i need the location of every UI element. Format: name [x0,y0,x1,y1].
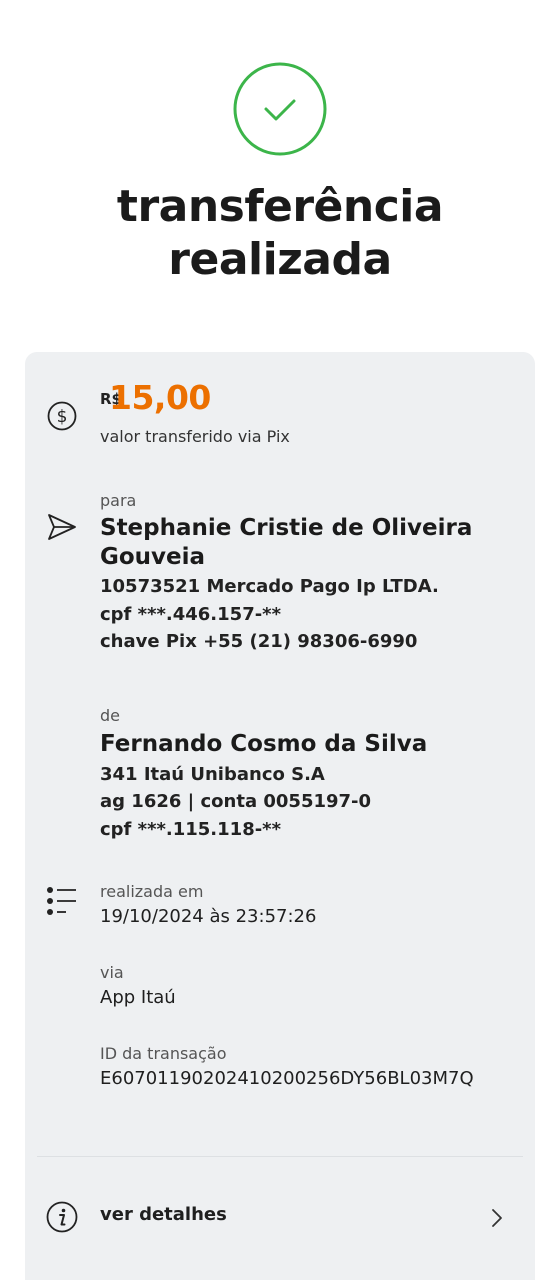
info-icon [45,1200,79,1234]
view-details-button[interactable]: ver detalhes [25,1186,535,1246]
sender-account: ag 1626 | conta 0055197-0 [100,791,372,812]
date-label: realizada em [100,882,204,901]
sender-cpf: cpf ***.115.118-** [100,819,282,840]
title-line-1: transferência [116,181,444,232]
title-line-2: realizada [168,234,392,285]
transaction-id-value: E60701190202410200256DY56BL03M7Q [100,1068,474,1089]
recipient-name-line-1: Stephanie Cristie de Oliveira [100,515,473,541]
dollar-icon: $ [45,399,79,433]
sender-label: de [100,706,120,725]
list-icon [44,884,78,918]
view-details-label: ver detalhes [100,1204,227,1225]
receipt-card: $ R$ valor transferido via Pix para Step… [25,352,535,1280]
amount-caption: valor transferido via Pix [100,427,290,446]
via-label: via [100,963,124,982]
recipient-bank: 10573521 Mercado Pago Ip LTDA. [100,576,439,597]
date-value: 19/10/2024 às 23:57:26 [100,906,317,927]
page-title: transferência realizada [0,180,560,286]
divider [37,1156,523,1157]
svg-text:$: $ [57,407,68,427]
recipient-cpf: cpf ***.446.157-** [100,604,282,625]
recipient-label: para [100,491,137,510]
recipient-name-line-2: Gouveia [100,544,206,570]
amount-value: 15,00 [109,378,211,417]
transaction-id-label: ID da transação [100,1044,227,1063]
send-icon [45,510,79,544]
recipient-pix-key: chave Pix +55 (21) 98306-6990 [100,631,418,652]
via-value: App Itaú [100,987,176,1008]
sender-name: Fernando Cosmo da Silva [100,731,428,757]
sender-bank: 341 Itaú Unibanco S.A [100,764,325,785]
chevron-right-icon [487,1206,507,1230]
success-check-icon [233,62,327,156]
